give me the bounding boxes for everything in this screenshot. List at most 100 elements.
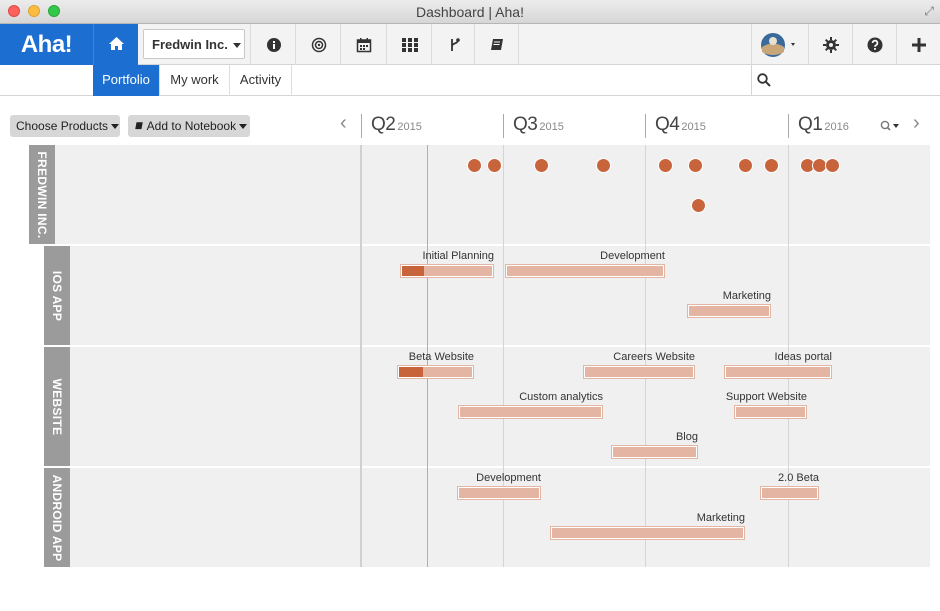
settings-button[interactable]	[808, 24, 852, 65]
choose-products-button[interactable]: Choose Products	[10, 115, 120, 137]
search-input[interactable]	[751, 65, 940, 96]
tab-portfolio[interactable]: Portfolio	[93, 65, 160, 96]
release-label: Beta Website	[408, 351, 474, 363]
top-navbar: Aha! Fredwin Inc.	[0, 24, 940, 65]
release-bar[interactable]	[725, 366, 831, 378]
row-left-panel	[70, 246, 360, 345]
quarter-divider	[788, 114, 789, 138]
user-menu[interactable]	[751, 24, 808, 65]
release-label: 2.0 Beta	[778, 472, 819, 484]
help-button[interactable]	[852, 24, 896, 65]
release-progress	[399, 367, 423, 377]
quarter-label: Q2 2015	[371, 114, 422, 135]
tab-my-work[interactable]: My work	[160, 65, 230, 96]
help-icon	[867, 37, 882, 52]
search-icon	[757, 73, 771, 87]
calendar-icon	[356, 37, 371, 52]
quarter-label: Q4 2015	[655, 114, 706, 135]
milestone-dot[interactable]	[534, 158, 549, 173]
release-bar[interactable]	[584, 366, 694, 378]
timeline-next-button[interactable]: ›	[913, 112, 920, 135]
release-bar[interactable]	[506, 265, 664, 277]
add-button[interactable]	[896, 24, 940, 65]
release-progress	[402, 266, 424, 276]
row-label-ios-app[interactable]: IOS APP	[44, 246, 70, 345]
chevron-down-icon	[239, 124, 248, 130]
milestone-dot[interactable]	[487, 158, 502, 173]
info-button[interactable]	[250, 24, 296, 65]
chevron-down-icon	[232, 43, 241, 49]
product-selector-label: Fredwin Inc.	[152, 37, 228, 52]
tab-activity[interactable]: Activity	[230, 65, 292, 96]
timeline-prev-button[interactable]: ‹	[340, 112, 347, 135]
avatar	[761, 32, 795, 57]
quarter-divider	[645, 114, 646, 138]
quarter-gridline	[503, 145, 504, 567]
notebooks-button[interactable]	[474, 24, 519, 65]
product-selector[interactable]: Fredwin Inc.	[143, 29, 245, 59]
release-label: Marketing	[696, 512, 745, 524]
plus-icon	[911, 37, 926, 52]
milestone-dot[interactable]	[738, 158, 753, 173]
row-timeline	[362, 145, 930, 244]
gear-icon	[822, 36, 839, 53]
release-bar[interactable]	[458, 487, 540, 499]
release-label: Blog	[675, 431, 698, 443]
aha-logo[interactable]: Aha!	[0, 24, 93, 65]
branch-icon	[450, 37, 460, 51]
row-left-panel	[55, 145, 360, 244]
window-title: Dashboard | Aha!	[416, 4, 524, 20]
zoom-button[interactable]	[880, 119, 900, 137]
grid-icon	[401, 37, 418, 52]
notebook-icon	[135, 122, 143, 130]
release-bar[interactable]	[761, 487, 818, 499]
milestone-dot[interactable]	[596, 158, 611, 173]
info-icon	[266, 37, 281, 52]
add-to-notebook-label: Add to Notebook	[146, 119, 237, 133]
milestone-dot[interactable]	[764, 158, 779, 173]
release-bar[interactable]	[688, 305, 770, 317]
milestone-dot[interactable]	[688, 158, 703, 173]
release-bar[interactable]	[401, 265, 493, 277]
quarter-divider	[503, 114, 504, 138]
milestone-dot[interactable]	[691, 198, 706, 213]
release-bar[interactable]	[459, 406, 602, 418]
row-label-website[interactable]: WEBSITE	[44, 347, 70, 466]
notebook-icon	[490, 38, 503, 50]
row-left-panel	[70, 468, 360, 567]
milestone-dot[interactable]	[825, 158, 840, 173]
zoom-icon	[880, 120, 899, 131]
goals-button[interactable]	[295, 24, 341, 65]
release-label: Development	[476, 472, 541, 484]
quarter-divider	[361, 114, 362, 138]
sub-navbar: Portfolio My work Activity	[0, 65, 940, 96]
release-label: Custom analytics	[519, 391, 603, 403]
calendar-button[interactable]	[340, 24, 386, 65]
target-icon	[311, 37, 326, 52]
row-left-panel	[70, 347, 360, 466]
release-bar[interactable]	[551, 527, 744, 539]
home-button[interactable]	[93, 24, 138, 65]
workflow-button[interactable]	[431, 24, 477, 65]
release-label: Development	[600, 250, 665, 262]
milestone-dot[interactable]	[467, 158, 482, 173]
choose-products-label: Choose Products	[16, 119, 109, 133]
release-label: Initial Planning	[422, 250, 494, 262]
add-to-notebook-button[interactable]: Add to Notebook	[128, 115, 250, 137]
home-icon	[109, 37, 124, 50]
release-bar[interactable]	[398, 366, 473, 378]
row-label-fredwin[interactable]: FREDWIN INC.	[29, 145, 55, 244]
release-label: Marketing	[722, 290, 771, 302]
release-label: Careers Website	[613, 351, 695, 363]
window-titlebar: Dashboard | Aha! ⤢	[0, 0, 940, 24]
row-label-android-app[interactable]: ANDROID APP	[44, 468, 70, 567]
release-label: Support Website	[725, 391, 807, 403]
release-bar[interactable]	[612, 446, 697, 458]
features-button[interactable]	[386, 24, 432, 65]
quarter-label: Q1 2016	[798, 114, 849, 135]
release-bar[interactable]	[735, 406, 806, 418]
fullscreen-icon[interactable]: ⤢	[924, 4, 934, 19]
milestone-dot[interactable]	[658, 158, 673, 173]
chevron-down-icon	[111, 124, 120, 130]
panel-separator	[360, 145, 362, 567]
